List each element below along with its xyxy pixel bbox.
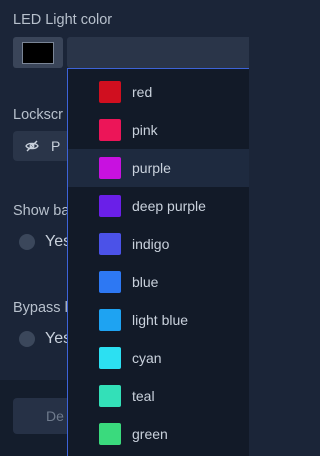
color-select-field[interactable] bbox=[67, 37, 249, 68]
option-label: cyan bbox=[132, 350, 162, 366]
color-chip bbox=[99, 423, 121, 445]
default-button[interactable]: De bbox=[13, 398, 73, 434]
option-label: indigo bbox=[132, 236, 170, 252]
color-chip bbox=[99, 309, 121, 331]
color-option-blue[interactable]: blue bbox=[68, 263, 249, 301]
color-option-deep-purple[interactable]: deep purple bbox=[68, 187, 249, 225]
color-chip bbox=[99, 157, 121, 179]
option-label: pink bbox=[132, 122, 158, 138]
option-label: red bbox=[132, 84, 153, 100]
color-option-light-blue[interactable]: light blue bbox=[68, 301, 249, 339]
current-color-swatch bbox=[22, 41, 54, 64]
color-option-teal[interactable]: teal bbox=[68, 377, 249, 415]
bypass-yes-radio-row[interactable]: Yes bbox=[19, 330, 71, 348]
bypass-label: Bypass l bbox=[13, 300, 68, 316]
color-chip bbox=[99, 233, 121, 255]
show-yes-radio-row[interactable]: Yes bbox=[19, 233, 71, 251]
color-chip bbox=[99, 195, 121, 217]
color-option-red[interactable]: red bbox=[68, 73, 249, 111]
color-picker-button[interactable] bbox=[13, 37, 63, 68]
option-label: light blue bbox=[132, 312, 189, 328]
option-label: green bbox=[132, 426, 168, 442]
color-chip bbox=[99, 271, 121, 293]
color-dropdown-menu: red pink purple deep purple indigo blue … bbox=[67, 68, 249, 456]
settings-panel: LED Light color Lockscr P Show ba Yes By… bbox=[0, 0, 249, 456]
color-chip bbox=[99, 119, 121, 141]
color-chip bbox=[99, 347, 121, 369]
lockscreen-toggle-button[interactable]: P bbox=[13, 131, 73, 161]
option-label: purple bbox=[132, 160, 171, 176]
radio-button[interactable] bbox=[19, 234, 35, 250]
color-option-cyan[interactable]: cyan bbox=[68, 339, 249, 377]
lockscreen-label: Lockscr bbox=[13, 107, 63, 123]
eye-off-icon bbox=[25, 140, 39, 152]
color-chip bbox=[99, 81, 121, 103]
led-color-label: LED Light color bbox=[13, 12, 113, 28]
radio-button[interactable] bbox=[19, 331, 35, 347]
option-label: deep purple bbox=[132, 198, 206, 214]
lockscreen-button-text: P bbox=[51, 138, 61, 154]
show-label: Show ba bbox=[13, 203, 70, 219]
color-option-pink[interactable]: pink bbox=[68, 111, 249, 149]
option-label: blue bbox=[132, 274, 159, 290]
color-option-indigo[interactable]: indigo bbox=[68, 225, 249, 263]
color-option-green[interactable]: green bbox=[68, 415, 249, 453]
option-label: teal bbox=[132, 388, 155, 404]
color-option-purple[interactable]: purple bbox=[68, 149, 249, 187]
color-chip bbox=[99, 385, 121, 407]
